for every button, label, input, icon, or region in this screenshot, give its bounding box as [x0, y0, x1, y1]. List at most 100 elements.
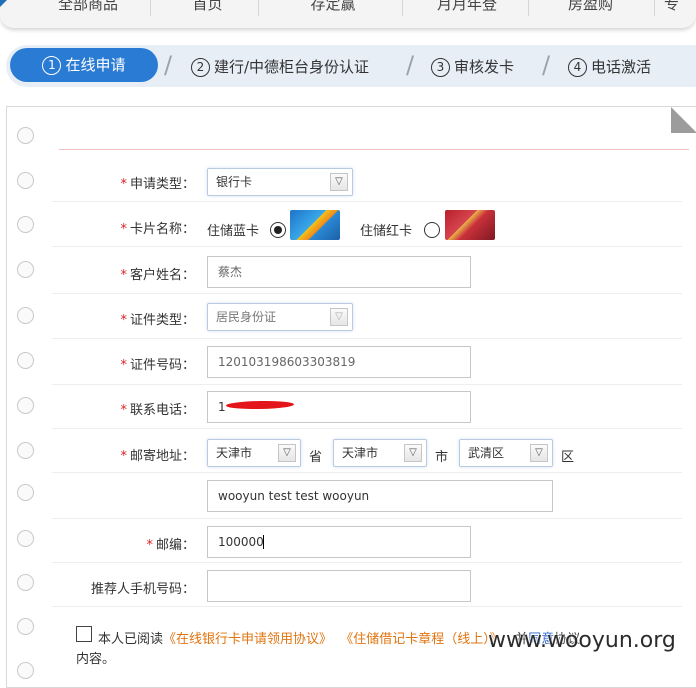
city-select[interactable]: 天津市 ▽: [333, 439, 427, 467]
row-dot: [17, 307, 34, 324]
referrer-phone-input[interactable]: [207, 570, 471, 602]
nav-item-home[interactable]: 首页: [160, 0, 255, 16]
customer-name-label-text: 客户姓名：: [129, 268, 195, 283]
chevron-down-icon: ▽: [278, 444, 296, 462]
row-dot: [17, 530, 34, 547]
page-fold-corner: [671, 107, 696, 133]
district-select[interactable]: 武清区 ▽: [459, 439, 553, 467]
row-divider: [52, 606, 682, 607]
step-number: 3: [431, 58, 450, 77]
step-number: 1: [42, 56, 62, 75]
row-divider: [52, 472, 682, 473]
step-4-activate: 4 电话激活: [568, 53, 651, 81]
required-marker: *: [146, 538, 153, 553]
row-divider: [52, 246, 682, 247]
province-select[interactable]: 天津市 ▽: [207, 439, 301, 467]
nav-divider: [150, 0, 151, 16]
step-label: 电话激活: [591, 58, 652, 76]
id-number-label: * 证件号码：: [60, 354, 195, 373]
nav-item-cunding[interactable]: 存定赢: [268, 0, 398, 16]
customer-name-value: 蔡杰: [218, 265, 243, 279]
id-number-label-text: 证件号码：: [129, 358, 195, 373]
agreement-prefix: 本人已阅读: [98, 632, 164, 647]
nav-item-all-products[interactable]: 全部商品: [38, 0, 138, 16]
postcode-input[interactable]: 100000: [207, 526, 471, 558]
row-dot: [17, 352, 34, 369]
step-label: 审核发卡: [454, 58, 515, 76]
application-steps: 1 在线申请 / 2 建行/中德柜台身份认证 / 3 审核发卡 / 4 电话激活: [6, 45, 696, 87]
card-name-label-text: 卡片名称：: [129, 222, 195, 237]
chevron-down-icon: ▽: [330, 173, 348, 191]
postcode-value: 100000: [218, 535, 264, 549]
row-dot: [17, 172, 34, 189]
address-detail-value: wooyun test test wooyun: [218, 489, 370, 503]
district-value: 武清区: [468, 446, 505, 460]
row-divider: [52, 384, 682, 385]
nav-divider: [402, 0, 403, 16]
address-detail-input[interactable]: wooyun test test wooyun: [207, 480, 553, 512]
phone-label: * 联系电话：: [60, 399, 195, 418]
nav-item-yueyue[interactable]: 月月年登: [412, 0, 522, 16]
agreement-link-online-card[interactable]: 《在线银行卡申请领用协议》: [163, 632, 332, 647]
top-nav: 全部商品 首页 存定赢 月月年登 房盈购 专: [0, 0, 696, 29]
step-number: 2: [191, 58, 210, 77]
row-dot: [17, 397, 34, 414]
row-divider: [52, 428, 682, 429]
blue-card-image: [290, 210, 340, 240]
step-2-identity-verify: 2 建行/中德柜台身份认证: [191, 53, 369, 81]
red-card-image: [445, 210, 495, 240]
card-option-red-radio[interactable]: [424, 222, 440, 238]
form-header-divider: [59, 149, 689, 150]
agreement-link-card-charter[interactable]: 《住储借记卡章程（线上）》: [340, 632, 503, 647]
required-marker: *: [120, 222, 127, 237]
required-marker: *: [120, 358, 127, 373]
step-label: 在线申请: [65, 56, 126, 74]
required-marker: *: [120, 313, 127, 328]
district-unit: 区: [561, 450, 575, 465]
city-value: 天津市: [342, 446, 379, 460]
customer-name-input[interactable]: 蔡杰: [207, 256, 471, 288]
province-unit: 省: [309, 450, 323, 465]
id-type-label-text: 证件类型：: [129, 313, 195, 328]
chevron-down-icon: ▽: [404, 444, 422, 462]
id-number-value: 120103198603303819: [218, 355, 356, 369]
row-divider: [52, 201, 682, 202]
id-type-select[interactable]: 居民身份证 ▽: [207, 303, 353, 331]
row-dot: [17, 442, 34, 459]
city-unit: 市: [435, 450, 449, 465]
phone-value: 1: [218, 400, 226, 414]
step-3-review: 3 审核发卡: [431, 53, 514, 81]
id-number-input[interactable]: 120103198603303819: [207, 346, 471, 378]
row-dot: [17, 662, 34, 679]
agreement-checkbox[interactable]: [76, 626, 92, 642]
card-option-blue-radio[interactable]: [270, 222, 286, 238]
province-value: 天津市: [216, 446, 253, 460]
nav-divider: [654, 0, 655, 16]
agreement-line-2: 内容。: [76, 652, 116, 667]
step-1-online-apply: 1 在线申请: [10, 48, 158, 82]
card-option-blue-label: 住储蓝卡: [207, 224, 260, 239]
card-option-red-label: 住储红卡: [360, 224, 413, 239]
watermark: www.wooyun.org: [488, 628, 676, 653]
row-dot: [17, 127, 34, 144]
row-divider: [52, 518, 682, 519]
nav-item-more[interactable]: 专: [664, 0, 696, 16]
apply-type-value: 银行卡: [216, 175, 253, 189]
customer-name-label: * 客户姓名：: [60, 264, 195, 283]
apply-type-label: * 申请类型：: [60, 173, 195, 192]
row-divider: [52, 293, 682, 294]
postcode-label-text: 邮编：: [155, 538, 195, 553]
required-marker: *: [120, 268, 127, 283]
required-marker: *: [120, 449, 127, 464]
row-divider: [52, 562, 682, 563]
text-caret: [263, 535, 264, 549]
apply-type-select[interactable]: 银行卡 ▽: [207, 168, 353, 196]
postcode-label: * 邮编：: [60, 534, 195, 553]
required-marker: *: [120, 177, 127, 192]
nav-corner-marker: [0, 0, 7, 7]
nav-item-fangying[interactable]: 房盈购: [538, 0, 643, 16]
row-divider: [52, 338, 682, 339]
referrer-label: 推荐人手机号码：: [60, 578, 195, 597]
referrer-label-text: 推荐人手机号码：: [90, 582, 195, 597]
address-label: * 邮寄地址：: [60, 445, 195, 464]
